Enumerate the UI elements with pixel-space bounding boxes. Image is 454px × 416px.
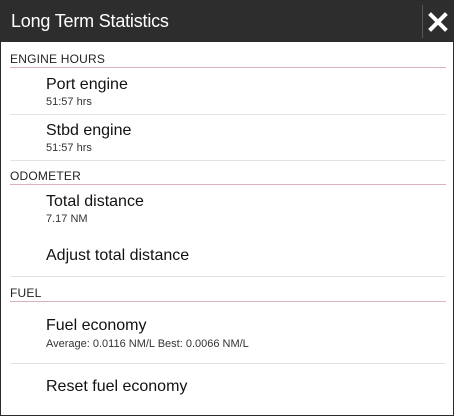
dialog-titlebar: Long Term Statistics (1, 1, 453, 42)
fuel-economy-label: Fuel economy (46, 317, 147, 334)
section-divider (10, 184, 446, 185)
section-header-engine-hours: ENGINE HOURS (10, 52, 106, 66)
list-item-stbd-engine[interactable]: Stbd engine 51:57 hrs (10, 119, 446, 159)
item-divider (10, 276, 446, 277)
list-item-port-engine[interactable]: Port engine 51:57 hrs (10, 73, 446, 113)
total-distance-value: 7.17 NM (46, 213, 88, 225)
close-icon (428, 11, 448, 32)
port-engine-label: Port engine (46, 76, 128, 93)
long-term-statistics-dialog: Long Term Statistics ENGINE HOURS Port e… (0, 0, 454, 416)
adjust-total-distance-label: Adjust total distance (46, 247, 190, 264)
reset-fuel-economy-label: Reset fuel economy (46, 378, 188, 395)
list-item-total-distance[interactable]: Total distance 7.17 NM (10, 190, 446, 230)
dialog-title: Long Term Statistics (11, 11, 169, 31)
list-item-adjust-total-distance[interactable]: Adjust total distance (10, 237, 446, 273)
section-divider (10, 67, 446, 68)
close-button[interactable] (422, 5, 453, 38)
total-distance-label: Total distance (46, 193, 144, 210)
stbd-engine-value: 51:57 hrs (46, 142, 92, 154)
item-divider (10, 160, 446, 161)
fuel-economy-value: Average: 0.0116 NM/L Best: 0.0066 NM/L (46, 338, 249, 350)
item-divider (10, 114, 446, 115)
port-engine-value: 51:57 hrs (46, 96, 92, 108)
list-item-reset-fuel-economy[interactable]: Reset fuel economy (10, 368, 446, 404)
list-item-fuel-economy[interactable]: Fuel economy Average: 0.0116 NM/L Best: … (10, 313, 446, 355)
stbd-engine-label: Stbd engine (46, 122, 132, 139)
section-header-odometer: ODOMETER (10, 169, 81, 183)
item-divider (10, 363, 446, 364)
section-divider (10, 301, 446, 302)
section-header-fuel: FUEL (10, 286, 42, 300)
